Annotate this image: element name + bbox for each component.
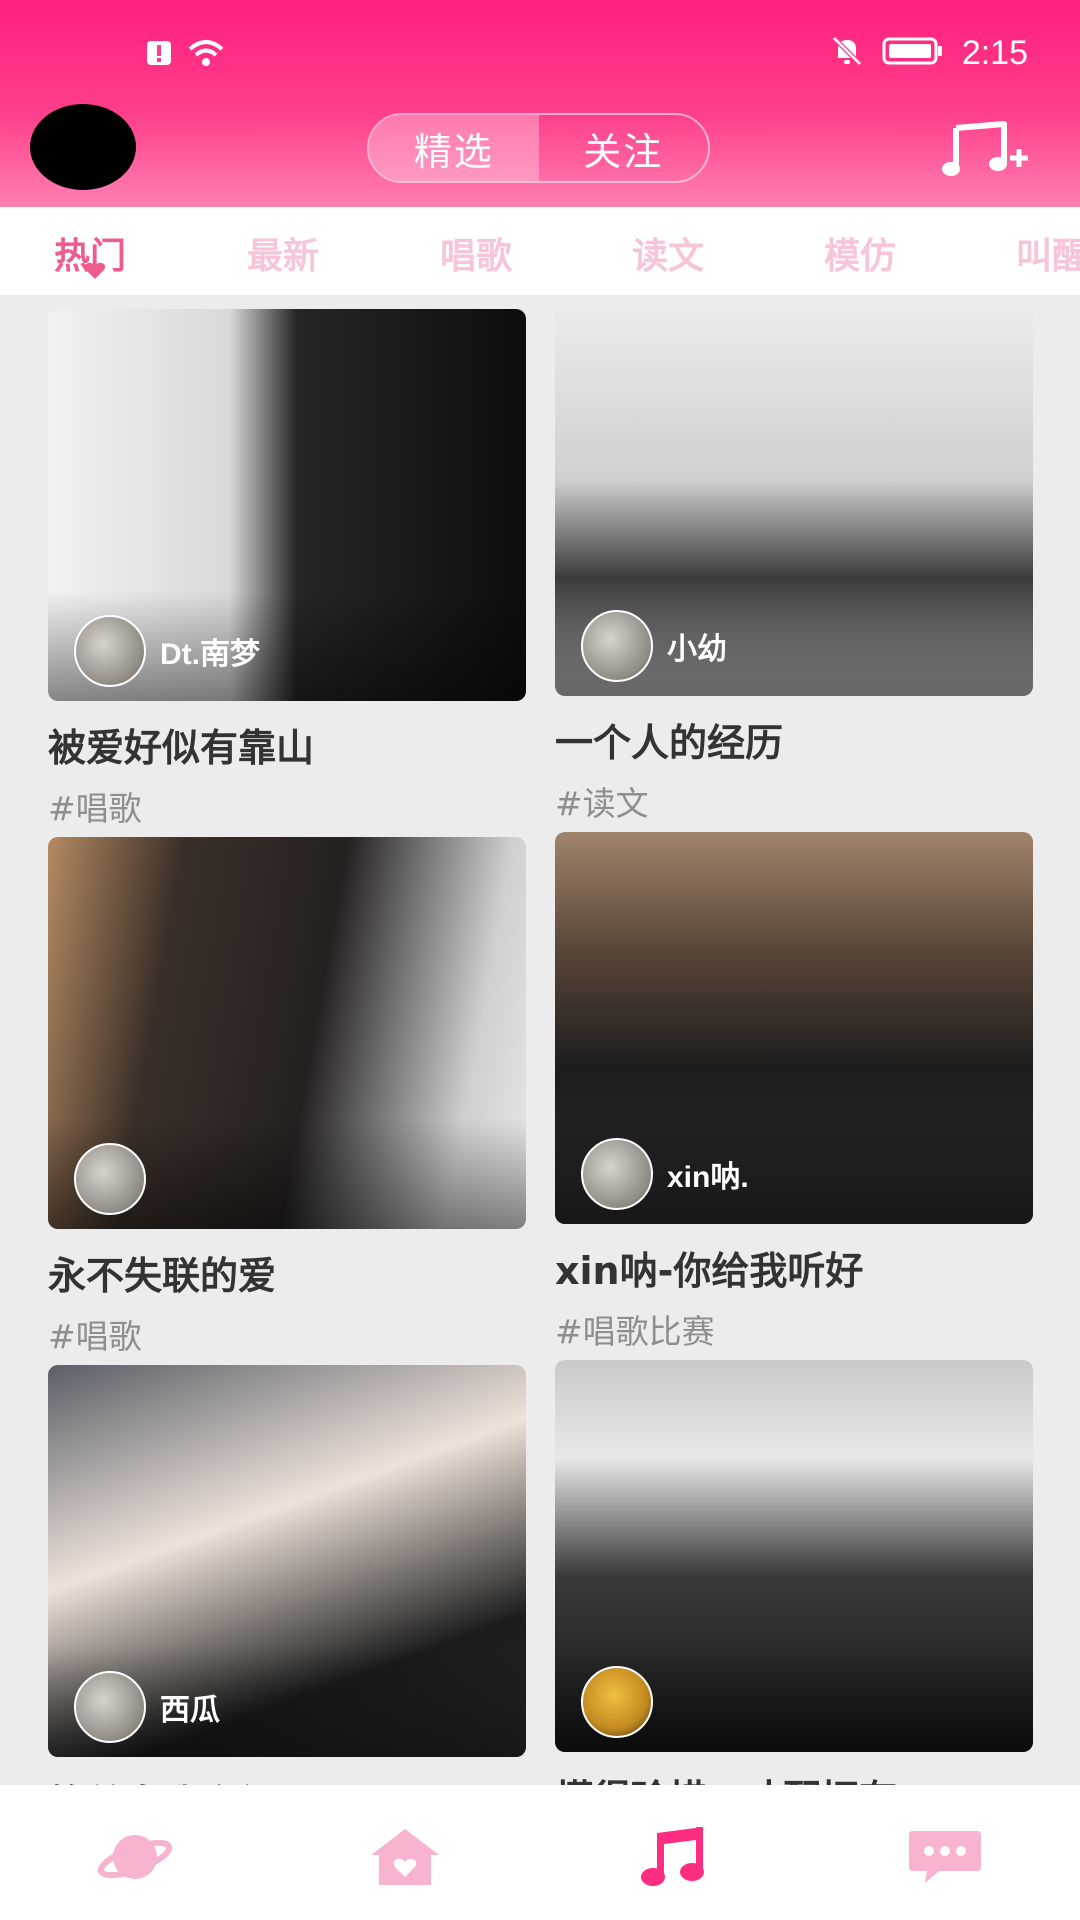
add-music-icon[interactable]	[942, 120, 1032, 180]
post-cover-image[interactable]	[555, 1360, 1033, 1752]
author-avatar[interactable]	[74, 1143, 146, 1215]
home-heart-icon[interactable]	[365, 1825, 445, 1889]
chat-bubble-icon[interactable]	[905, 1825, 985, 1889]
post-title: 懂得珍惜，才配拥有	[555, 1768, 1033, 1785]
tab-featured[interactable]: 精选	[369, 115, 539, 181]
post-tag[interactable]: #唱歌比赛	[555, 1305, 1033, 1353]
mute-bell-icon	[830, 34, 864, 73]
planet-icon[interactable]	[95, 1825, 175, 1889]
feed-segment-control: 精选 关注	[367, 113, 710, 183]
top-header: 2:15 精选 关注	[0, 0, 1080, 207]
category-singing[interactable]: 唱歌	[440, 227, 512, 279]
post-author[interactable]: 西瓜	[74, 1671, 220, 1743]
post-author[interactable]	[74, 1143, 160, 1215]
post-title: 永不失联的爱	[48, 1254, 277, 1298]
post-cover-image[interactable]: 小幼	[555, 304, 1033, 696]
post-tag[interactable]: #唱歌	[48, 782, 526, 830]
author-avatar[interactable]	[581, 1666, 653, 1738]
bottom-navigation	[0, 1785, 1080, 1920]
category-imitation[interactable]: 模仿	[824, 227, 896, 279]
post-author[interactable]: xin呐.	[581, 1138, 749, 1210]
alert-icon	[146, 40, 172, 71]
category-latest[interactable]: 最新	[247, 227, 319, 279]
author-avatar[interactable]	[74, 1671, 146, 1743]
post-title: 一个人的经历	[555, 721, 784, 765]
status-bar: 2:15	[0, 30, 1080, 80]
post-card[interactable]: 西瓜 简单自我介绍	[48, 1365, 526, 1785]
battery-icon	[882, 36, 944, 71]
post-cover-image[interactable]	[48, 837, 526, 1229]
post-cover-image[interactable]: 西瓜	[48, 1365, 526, 1757]
clock: 2:15	[961, 34, 1028, 72]
author-avatar[interactable]	[74, 615, 146, 687]
post-cover-image[interactable]: Dt.南梦	[48, 309, 526, 701]
author-avatar[interactable]	[581, 1138, 653, 1210]
wifi-icon	[186, 38, 226, 73]
post-author[interactable]	[581, 1666, 667, 1738]
post-feed: Dt.南梦 被爱好似有靠山 #唱歌 小幼 一个人的经历 #读文 永不失联的爱 #…	[0, 295, 1080, 1785]
post-title: 被爱好似有靠山	[48, 726, 315, 770]
music-note-icon[interactable]	[635, 1825, 715, 1889]
post-author[interactable]: 小幼	[581, 610, 727, 682]
post-tag[interactable]: #读文	[555, 777, 1033, 825]
author-name: 小幼	[667, 633, 727, 666]
user-avatar[interactable]	[30, 104, 136, 190]
category-wakeup[interactable]: 叫醒	[1016, 227, 1080, 279]
author-name: xin呐.	[667, 1161, 749, 1194]
post-title: xin呐-你给我听好	[555, 1249, 864, 1293]
tab-following[interactable]: 关注	[539, 115, 709, 181]
post-author[interactable]: Dt.南梦	[74, 615, 260, 687]
post-card[interactable]: 永不失联的爱 #唱歌	[48, 837, 526, 1358]
post-title: 简单自我介绍	[48, 1773, 526, 1785]
post-tag[interactable]: #唱歌	[48, 1310, 526, 1358]
author-avatar[interactable]	[581, 610, 653, 682]
post-card[interactable]: 懂得珍惜，才配拥有	[555, 1360, 1033, 1785]
category-reading[interactable]: 读文	[632, 227, 704, 279]
author-name: Dt.南梦	[160, 638, 260, 671]
post-card[interactable]: xin呐. xin呐-你给我听好 #唱歌比赛	[555, 832, 1033, 1353]
post-cover-image[interactable]: xin呐.	[555, 832, 1033, 1224]
category-tabs: 热门 最新 唱歌 读文 模仿 叫醒	[0, 207, 1080, 295]
author-name: 西瓜	[160, 1694, 220, 1727]
post-card[interactable]: 小幼 一个人的经历 #读文	[555, 304, 1033, 825]
active-tab-heart-icon	[84, 262, 106, 280]
post-card[interactable]: Dt.南梦 被爱好似有靠山 #唱歌	[48, 309, 526, 830]
